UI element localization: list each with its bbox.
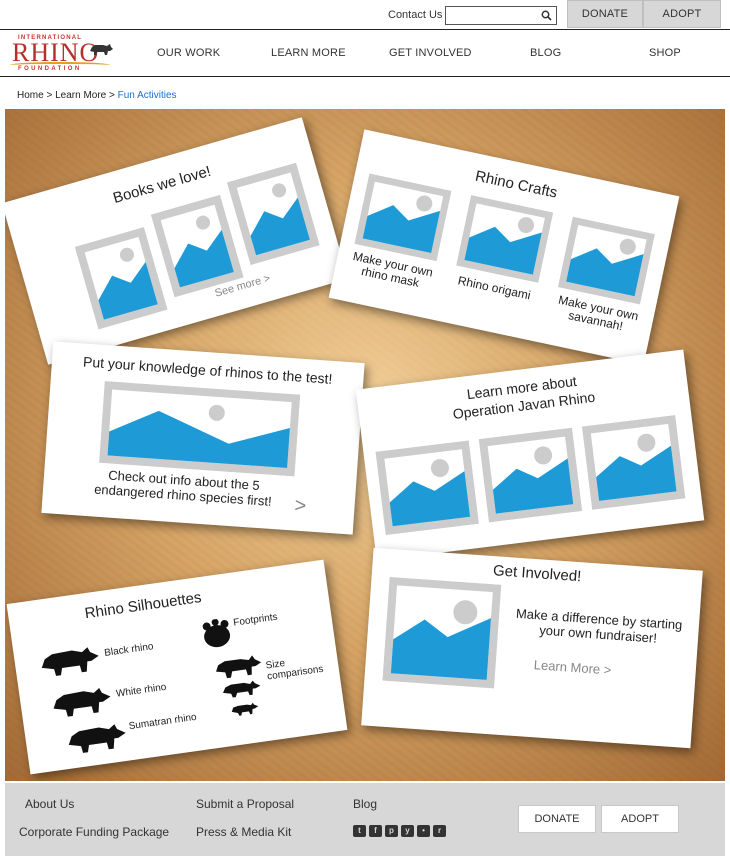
javan-image-placeholder[interactable]: [375, 440, 479, 536]
footer-adopt-button[interactable]: ADOPT: [601, 805, 679, 833]
nav-blog[interactable]: BLOG: [530, 47, 561, 59]
breadcrumb-separator: >: [109, 90, 115, 101]
book-image-placeholder[interactable]: [150, 194, 244, 298]
crafts-card[interactable]: Rhino Crafts Make your own rhino mask Rh…: [328, 129, 680, 365]
facebook-icon[interactable]: f: [369, 825, 382, 837]
black-rhino-label[interactable]: Black rhino: [104, 639, 165, 660]
footer-donate-button[interactable]: DONATE: [518, 805, 596, 833]
footer-blog-link[interactable]: Blog: [353, 797, 377, 811]
rss-icon[interactable]: r: [433, 825, 446, 837]
footprint-icon[interactable]: [199, 617, 235, 651]
adopt-button[interactable]: ADOPT: [643, 0, 721, 28]
black-rhino-silhouette[interactable]: [37, 642, 103, 680]
size-comparison-icon[interactable]: [212, 651, 271, 725]
quiz-image-placeholder[interactable]: [99, 381, 301, 477]
youtube-icon[interactable]: y: [401, 825, 414, 837]
get-involved-card-text: Make a difference by starting your own f…: [515, 605, 683, 646]
contact-us-link[interactable]: Contact Us: [388, 9, 442, 21]
breadcrumb-learn-more[interactable]: Learn More: [55, 90, 106, 101]
flickr-icon[interactable]: •: [417, 825, 430, 837]
breadcrumb-current: Fun Activities: [117, 90, 177, 101]
quiz-arrow-link[interactable]: >: [294, 495, 307, 519]
javan-image-placeholder[interactable]: [581, 415, 686, 510]
javan-image-placeholder[interactable]: [478, 427, 583, 523]
nav-get-involved[interactable]: GET INVOLVED: [389, 47, 472, 59]
breadcrumb-separator: >: [46, 90, 53, 101]
activity-board: Books we love! See more > Rhino Crafts M…: [5, 109, 725, 781]
get-involved-card-title: Get Involved!: [492, 562, 582, 586]
footer-about-us-link[interactable]: About Us: [25, 797, 74, 811]
top-utility-bar: Contact Us DONATE ADOPT: [0, 0, 730, 29]
javan-rhino-card[interactable]: Learn more about Operation Javan Rhino: [355, 349, 705, 561]
craft-image-placeholder[interactable]: [456, 195, 554, 283]
sumatran-rhino-silhouette[interactable]: [64, 719, 130, 759]
fundraiser-image-placeholder[interactable]: [382, 576, 502, 689]
white-rhino-label[interactable]: White rhino: [115, 679, 176, 700]
book-image-placeholder[interactable]: [226, 162, 320, 266]
nav-our-work[interactable]: OUR WORK: [157, 47, 220, 59]
social-links: t f p y • r: [353, 825, 446, 837]
rhino-quiz-card[interactable]: Put your knowledge of rhinos to the test…: [41, 341, 365, 535]
breadcrumb-home[interactable]: Home: [17, 90, 44, 101]
site-footer: About Us Corporate Funding Package Submi…: [5, 783, 725, 856]
pinterest-icon[interactable]: p: [385, 825, 398, 837]
rhino-silhouettes-card[interactable]: Rhino Silhouettes Black rhino White rhin…: [6, 559, 348, 775]
nav-learn-more[interactable]: LEARN MORE: [271, 47, 346, 59]
sumatran-rhino-label[interactable]: Sumatran rhino: [128, 709, 209, 733]
quiz-card-title: Put your knowledge of rhinos to the test…: [82, 353, 333, 387]
nav-shop[interactable]: SHOP: [649, 47, 681, 59]
book-image-placeholder[interactable]: [74, 227, 168, 330]
footer-corporate-funding-link[interactable]: Corporate Funding Package: [19, 825, 169, 839]
white-rhino-silhouette[interactable]: [49, 682, 115, 720]
learn-more-link[interactable]: Learn More >: [533, 657, 612, 677]
search-icon[interactable]: [541, 10, 552, 21]
get-involved-card[interactable]: Get Involved! Make a difference by start…: [361, 547, 703, 749]
breadcrumb: Home > Learn More > Fun Activities: [17, 90, 177, 101]
craft-image-placeholder[interactable]: [557, 216, 655, 305]
twitter-icon[interactable]: t: [353, 825, 366, 837]
silhouettes-card-title: Rhino Silhouettes: [83, 589, 203, 623]
footer-submit-proposal-link[interactable]: Submit a Proposal: [196, 797, 294, 811]
logo-line-3: FOUNDATION: [18, 66, 82, 72]
footprints-label[interactable]: Footprints: [233, 608, 294, 629]
footer-press-kit-link[interactable]: Press & Media Kit: [196, 825, 291, 839]
donate-button[interactable]: DONATE: [567, 0, 643, 28]
main-nav: INTERNATIONAL RHINO FOUNDATION OUR WORK …: [0, 29, 730, 77]
craft-image-placeholder[interactable]: [354, 173, 452, 262]
site-logo[interactable]: INTERNATIONAL RHINO FOUNDATION: [8, 33, 118, 75]
search-input[interactable]: [445, 6, 557, 25]
books-card[interactable]: Books we love! See more >: [5, 117, 349, 365]
size-comparisons-label[interactable]: Size comparisons: [265, 652, 333, 682]
rhino-logo-icon: [90, 44, 113, 55]
